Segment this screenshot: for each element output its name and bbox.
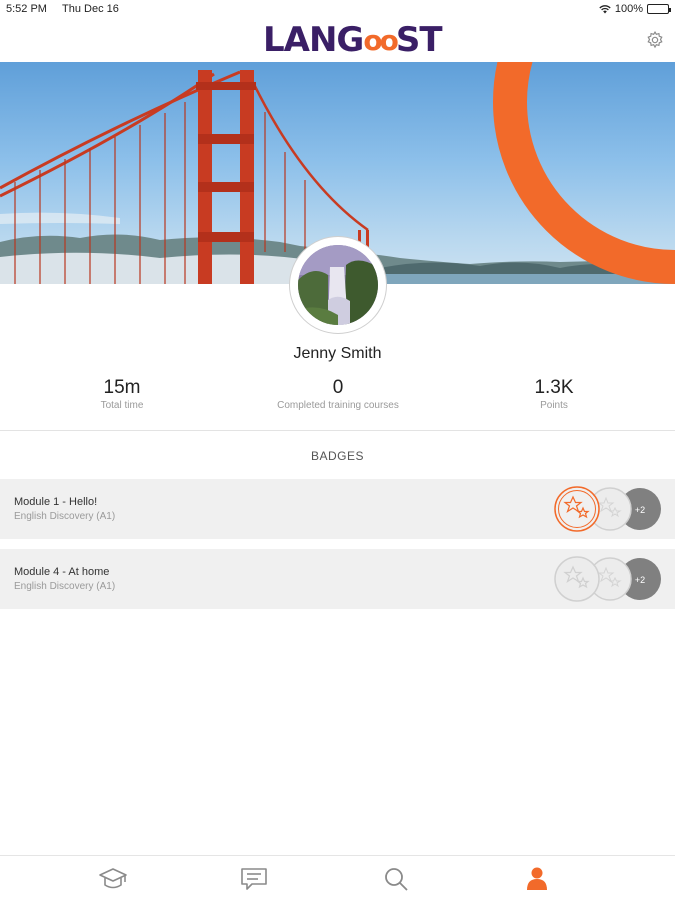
app-header: LANG oo ST — [0, 18, 675, 62]
more-badges-count: +2 — [635, 505, 645, 515]
status-bar: 5:52 PM Thu Dec 16 100% — [0, 0, 675, 18]
graduation-cap-icon[interactable] — [98, 865, 128, 893]
more-badges-count: +2 — [635, 575, 645, 585]
stat-completed-courses: 0 Completed training courses — [277, 377, 399, 411]
person-icon[interactable] — [522, 865, 552, 893]
badge-circles[interactable]: +2 — [550, 554, 665, 604]
avatar-image — [298, 245, 378, 325]
gear-icon[interactable] — [645, 30, 665, 50]
chat-icon[interactable] — [239, 865, 269, 893]
profile-stats: 15m Total time 0 Completed training cour… — [0, 377, 675, 417]
badges-heading: BADGES — [310, 449, 364, 463]
stat-points: 1.3K Points — [534, 377, 574, 411]
badge-row-title: Module 4 - At home — [14, 566, 110, 578]
status-date: Thu Dec 16 — [62, 3, 119, 15]
bottom-nav — [0, 855, 675, 900]
badge-row-subtitle: English Discovery (A1) — [14, 511, 116, 522]
search-icon[interactable] — [381, 865, 411, 893]
langoost-logo: LANG oo ST — [263, 20, 443, 60]
stat-total-time: 15m Total time — [100, 377, 144, 411]
badge-row-module-4[interactable]: Module 4 - At home English Discovery (A1… — [0, 549, 675, 609]
profile-name: Jenny Smith — [293, 345, 382, 362]
badge-circles[interactable]: +2 — [550, 484, 665, 534]
badge-row-title: Module 1 - Hello! — [14, 496, 98, 508]
battery-percent: 100% — [614, 3, 643, 15]
wifi-icon — [599, 4, 611, 13]
battery-icon — [647, 4, 671, 14]
avatar[interactable] — [289, 236, 387, 334]
status-time: 5:52 PM — [6, 3, 47, 15]
badge-row-module-1[interactable]: Module 1 - Hello! English Discovery (A1)… — [0, 479, 675, 539]
badge-row-subtitle: English Discovery (A1) — [14, 581, 116, 592]
section-divider — [0, 430, 675, 431]
